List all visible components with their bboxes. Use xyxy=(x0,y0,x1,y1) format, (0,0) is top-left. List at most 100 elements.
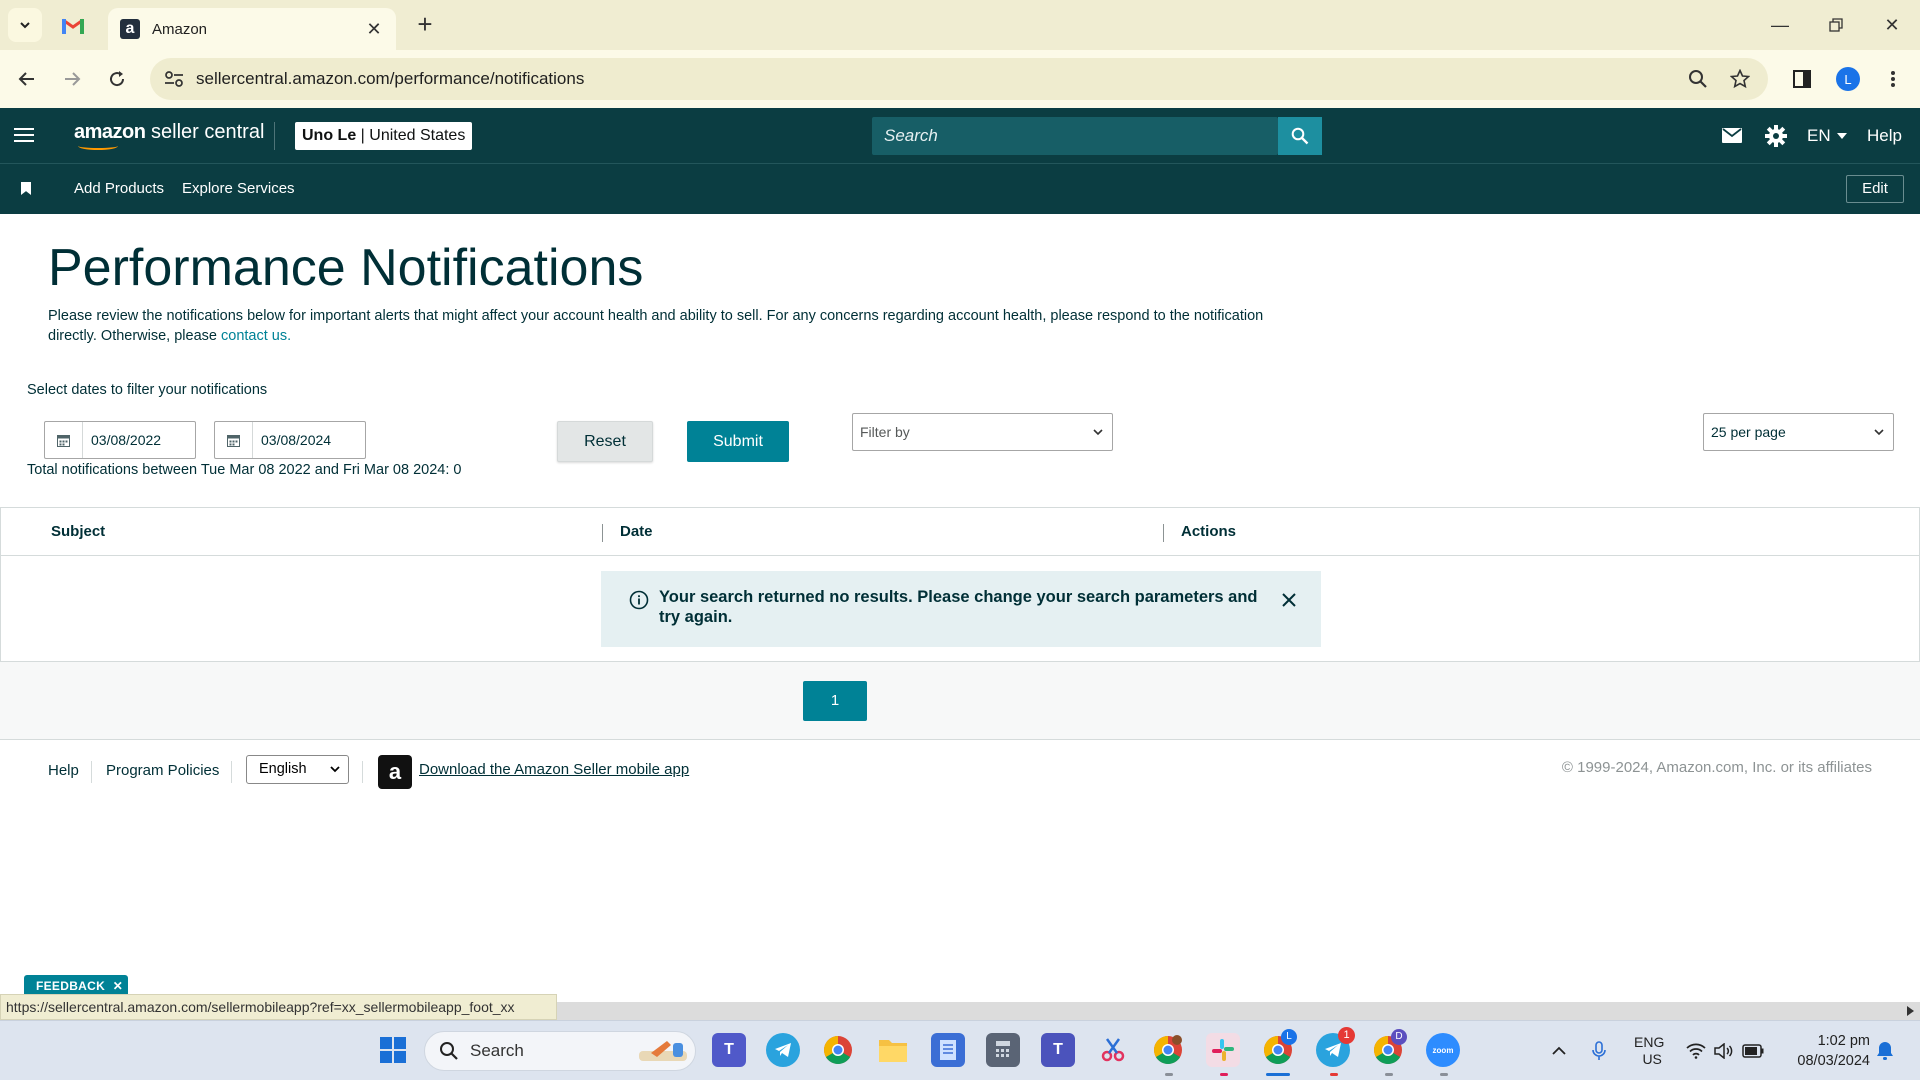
amazon-seller-app-icon[interactable]: a xyxy=(378,755,412,789)
seller-subnav: Add Products Explore Services Edit xyxy=(0,163,1920,214)
bookmark-star-icon[interactable] xyxy=(1728,67,1752,91)
side-panel-button[interactable] xyxy=(1785,62,1819,96)
messages-button[interactable] xyxy=(1722,108,1742,163)
seller-search-button[interactable] xyxy=(1278,117,1322,155)
clock-time: 1:02 pm xyxy=(1817,1033,1870,1049)
chrome-active-icon[interactable]: L xyxy=(1261,1029,1297,1067)
system-clock[interactable]: 1:02 pm 08/03/2024 xyxy=(1770,1031,1870,1071)
subnav-add-products[interactable]: Add Products xyxy=(74,164,164,214)
telegram-notify-icon[interactable]: 1 xyxy=(1316,1027,1355,1067)
close-tab-icon[interactable]: ✕ xyxy=(364,19,384,40)
site-info-icon[interactable] xyxy=(162,67,186,91)
url-text: sellercentral.amazon.com/performance/not… xyxy=(196,69,585,88)
horizontal-scrollbar[interactable] xyxy=(557,1002,1920,1020)
new-tab-button[interactable]: + xyxy=(412,11,438,38)
per-page-select[interactable]: 25 per page xyxy=(1703,413,1894,451)
column-divider xyxy=(602,524,603,542)
snipping-tool-icon[interactable] xyxy=(1096,1033,1130,1067)
contact-us-link[interactable]: contact us. xyxy=(221,328,291,344)
address-bar[interactable]: sellercentral.amazon.com/performance/not… xyxy=(150,58,1768,100)
taskbar-search[interactable]: Search xyxy=(424,1031,696,1071)
hamburger-menu-icon[interactable] xyxy=(14,121,40,149)
wifi-icon xyxy=(1686,1043,1706,1059)
zoom-app-icon[interactable]: zoom xyxy=(1426,1033,1460,1067)
chevron-down-icon xyxy=(1874,429,1884,436)
profile-button[interactable]: L xyxy=(1831,62,1865,96)
account-switcher[interactable]: Uno Le | United States xyxy=(295,122,473,150)
active-indicator xyxy=(1266,1073,1290,1076)
close-icon[interactable]: ✕ xyxy=(113,979,123,993)
submit-button[interactable]: Submit xyxy=(687,421,789,462)
language-selector[interactable]: EN xyxy=(1807,108,1847,163)
start-date-value: 03/08/2022 xyxy=(91,432,162,448)
chrome-profile-icon[interactable] xyxy=(1151,1033,1185,1067)
profile-avatar: L xyxy=(1836,67,1860,91)
tab-search-button[interactable] xyxy=(8,8,42,42)
calculator-icon[interactable] xyxy=(986,1033,1020,1067)
reload-button[interactable] xyxy=(100,62,134,96)
settings-button[interactable] xyxy=(1765,108,1787,163)
status-bar-url: https://sellercentral.amazon.com/sellerm… xyxy=(0,994,557,1020)
notepad-icon[interactable] xyxy=(931,1033,965,1067)
column-header-date[interactable]: Date xyxy=(620,508,653,556)
show-hidden-icons[interactable] xyxy=(1552,1021,1566,1080)
input-language-indicator[interactable]: ENG US xyxy=(1634,1021,1664,1080)
page-intro: Please review the notifications below fo… xyxy=(48,306,1288,346)
calendar-icon[interactable] xyxy=(45,422,83,458)
network-status[interactable] xyxy=(1686,1021,1764,1080)
gmail-pinned-tab[interactable] xyxy=(60,12,86,38)
gmail-icon xyxy=(62,18,84,34)
notifications-bell-icon[interactable] xyxy=(1876,1021,1894,1080)
footer-divider xyxy=(231,761,232,783)
start-date-input[interactable]: 03/08/2022 xyxy=(44,421,196,459)
teams-work-icon[interactable]: T xyxy=(1041,1033,1075,1067)
clock-date: 08/03/2024 xyxy=(1797,1053,1870,1069)
footer-program-policies-link[interactable]: Program Policies xyxy=(106,761,219,781)
close-icon[interactable] xyxy=(1279,590,1299,610)
seller-central-logo[interactable]: amazon seller central xyxy=(74,120,264,144)
calendar-icon[interactable] xyxy=(215,422,253,458)
seller-search-input[interactable] xyxy=(872,117,1278,155)
restore-icon xyxy=(1829,18,1843,32)
forward-button[interactable] xyxy=(55,62,89,96)
mail-icon xyxy=(1722,128,1742,143)
reset-button[interactable]: Reset xyxy=(557,421,653,462)
footer-divider xyxy=(362,761,363,783)
teams-icon[interactable]: T xyxy=(712,1033,746,1067)
total-notifications-text: Total notifications between Tue Mar 08 2… xyxy=(27,462,462,478)
subnav-explore-services[interactable]: Explore Services xyxy=(182,164,295,214)
file-explorer-icon[interactable] xyxy=(876,1033,910,1067)
footer-help-link[interactable]: Help xyxy=(48,761,79,781)
info-icon xyxy=(629,590,649,610)
taskbar-search-text: Search xyxy=(470,1041,524,1060)
page-button-1[interactable]: 1 xyxy=(803,681,867,721)
download-app-link[interactable]: Download the Amazon Seller mobile app xyxy=(419,761,689,778)
notifications-table: Subject Date Actions Your search returne… xyxy=(0,507,1920,662)
amazon-smile-icon xyxy=(78,142,118,150)
running-indicator xyxy=(1440,1073,1448,1076)
back-button[interactable] xyxy=(10,62,44,96)
slack-icon[interactable] xyxy=(1206,1033,1240,1067)
chevron-down-icon xyxy=(20,22,30,29)
browser-menu-button[interactable] xyxy=(1876,62,1910,96)
footer-language-select[interactable]: English xyxy=(246,755,349,784)
zoom-icon[interactable] xyxy=(1686,67,1710,91)
scroll-right-arrow-icon[interactable] xyxy=(1907,1006,1914,1016)
tab-amazon[interactable]: a Amazon ✕ xyxy=(108,8,396,50)
restore-button[interactable] xyxy=(1808,0,1864,50)
filter-by-placeholder: Filter by xyxy=(860,424,910,440)
edit-shortcuts-button[interactable]: Edit xyxy=(1846,175,1904,203)
end-date-input[interactable]: 03/08/2024 xyxy=(214,421,366,459)
chrome-icon[interactable] xyxy=(821,1033,855,1067)
telegram-icon[interactable] xyxy=(766,1033,800,1067)
help-link[interactable]: Help xyxy=(1867,108,1902,163)
filter-by-select[interactable]: Filter by xyxy=(852,413,1113,451)
bookmark-icon[interactable] xyxy=(21,182,31,195)
chrome-d-icon[interactable]: D xyxy=(1371,1029,1407,1067)
close-window-button[interactable]: ✕ xyxy=(1864,0,1920,50)
no-results-alert: Your search returned no results. Please … xyxy=(601,571,1321,647)
minimize-button[interactable]: — xyxy=(1752,0,1808,50)
microphone-icon[interactable] xyxy=(1592,1021,1606,1080)
windows-start-icon[interactable] xyxy=(376,1033,410,1067)
column-header-subject[interactable]: Subject xyxy=(51,508,105,556)
